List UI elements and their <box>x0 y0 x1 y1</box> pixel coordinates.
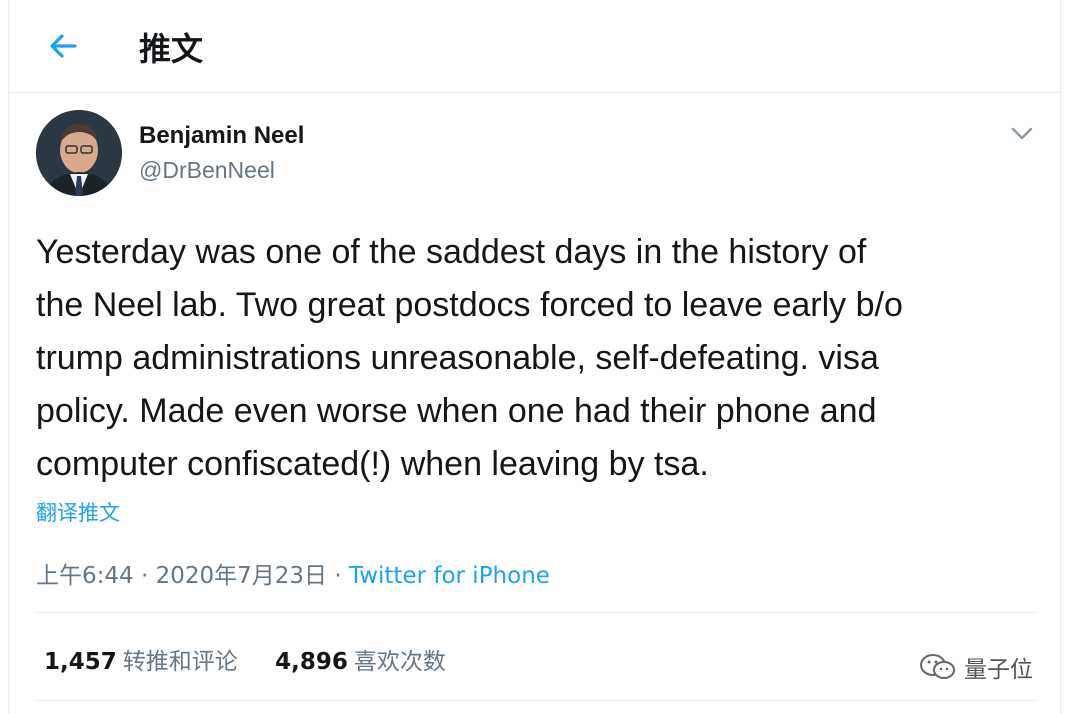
divider <box>36 612 1036 613</box>
retweets-label: 转推和评论 <box>122 649 238 675</box>
meta-separator: · <box>140 563 149 589</box>
page-title: 推文 <box>139 30 204 68</box>
tweet-line: trump administrations unreasonable, self… <box>36 339 879 377</box>
author-handle[interactable]: @DrBenNeel <box>139 157 275 184</box>
tweet-text: Yesterday was one of the saddest days in… <box>36 226 1046 491</box>
chevron-down-icon <box>1011 127 1033 140</box>
tweet-time[interactable]: 上午6:44 <box>36 563 134 589</box>
watermark-text: 量子位 <box>964 657 1033 683</box>
retweets-stat[interactable]: 1,457 转推和评论 <box>44 642 238 676</box>
avatar[interactable] <box>36 110 122 196</box>
tweet-stats: 1,457 转推和评论 4,896 喜欢次数 <box>44 642 476 676</box>
tweet-date[interactable]: 2020年7月23日 <box>156 563 327 589</box>
tweet-page: 推文 Benjamin Neel @DrBenNeel Yesterday wa… <box>8 0 1061 714</box>
retweets-count: 1,457 <box>44 649 117 675</box>
likes-stat[interactable]: 4,896 喜欢次数 <box>275 642 446 676</box>
meta-separator: · <box>334 563 342 589</box>
author-name[interactable]: Benjamin Neel <box>139 122 304 150</box>
tweet-line: computer confiscated(!) when leaving by … <box>36 445 709 483</box>
arrow-left-icon <box>50 34 77 58</box>
translate-tweet-link[interactable]: 翻译推文 <box>36 497 120 527</box>
divider <box>36 700 1036 701</box>
wechat-icon <box>920 654 955 679</box>
tweet-line: Yesterday was one of the saddest days in… <box>36 233 867 271</box>
profile-photo <box>36 110 122 196</box>
watermark: 量子位 <box>918 650 1033 684</box>
tweet-source-link[interactable]: Twitter for iPhone <box>349 563 550 589</box>
likes-label: 喜欢次数 <box>353 649 446 675</box>
tweet-line: the Neel lab. Two great postdocs forced … <box>36 286 903 324</box>
more-options-button[interactable] <box>1009 122 1035 144</box>
tweet-meta: 上午6:44 · 2020年7月23日 · Twitter for iPhone <box>36 556 550 590</box>
tweet-line: policy. Made even worse when one had the… <box>36 392 877 430</box>
likes-count: 4,896 <box>275 649 348 675</box>
header-bar: 推文 <box>9 0 1060 93</box>
back-button[interactable] <box>45 28 81 64</box>
